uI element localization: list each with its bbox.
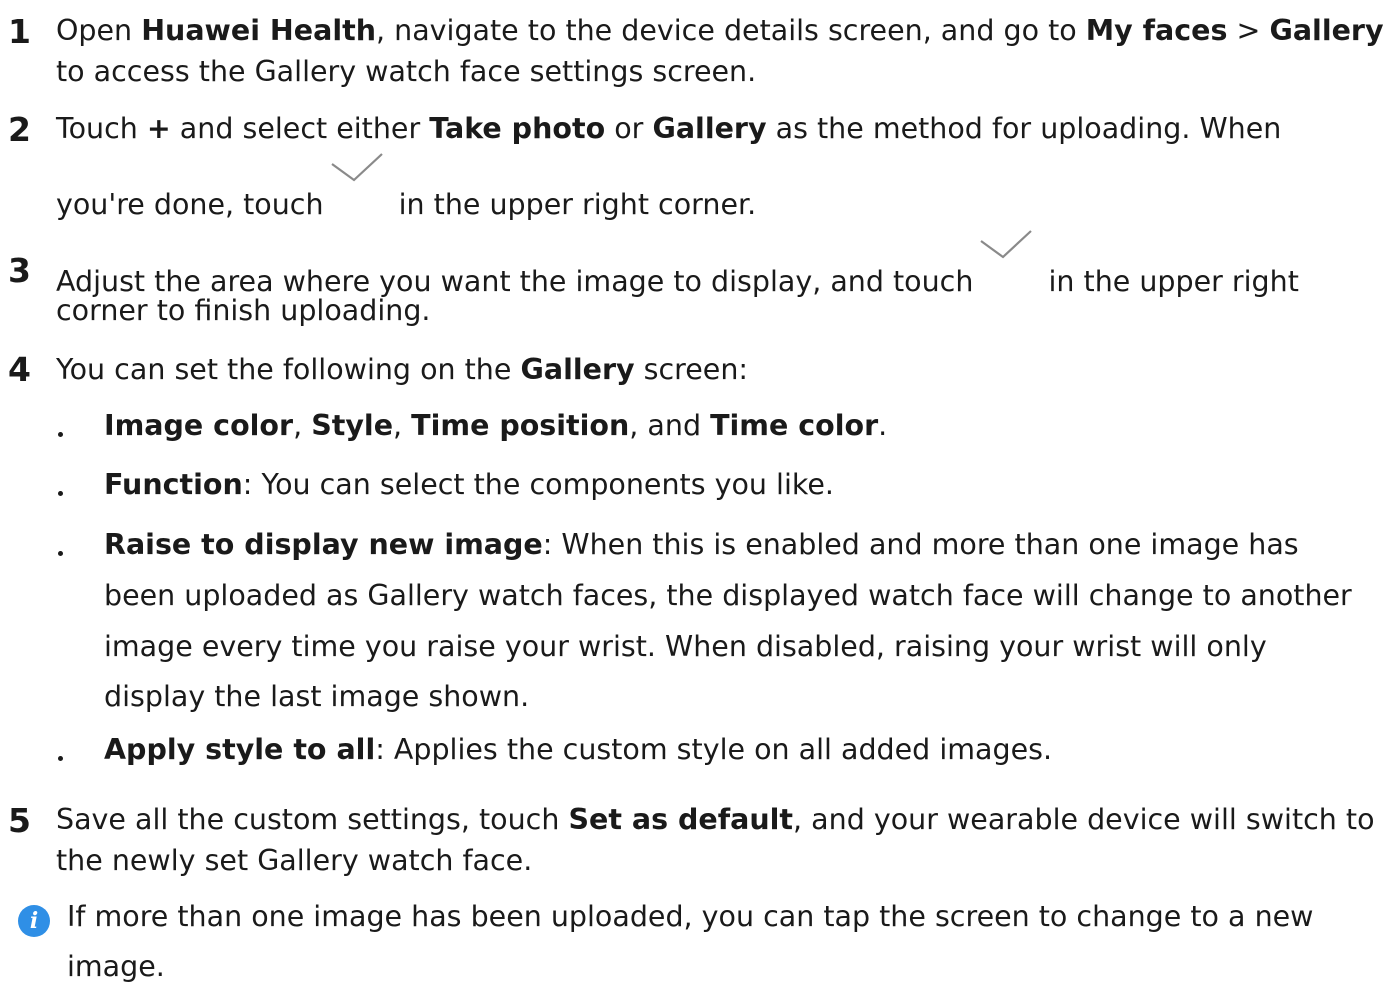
- step-text-line: You can set the following on the Gallery…: [56, 353, 749, 386]
- step-number: 4: [8, 350, 31, 389]
- checkmark-icon: [330, 153, 383, 182]
- bullet-item-continuation: display the last image shown.: [104, 680, 530, 713]
- step-text-line: corner to finish uploading.: [56, 294, 431, 327]
- step-number: 3: [8, 251, 31, 290]
- bullet-item: Image color, Style, Time position, and T…: [104, 409, 888, 442]
- bullet-dot: [58, 432, 63, 437]
- step-text-line: Touch + and select either Take photo or …: [56, 112, 1282, 145]
- step-text-line: the newly set Gallery watch face.: [56, 844, 533, 877]
- bullet-item-continuation: image every time you raise your wrist. W…: [104, 630, 1267, 663]
- bullet-dot: [58, 756, 63, 761]
- bullet-dot: [58, 551, 63, 556]
- step-text-line: Adjust the area where you want the image…: [56, 230, 1299, 297]
- step-number: 2: [8, 110, 31, 149]
- bullet-dot: [58, 491, 63, 496]
- step-number: 1: [8, 12, 31, 51]
- step-text-line: Open Huawei Health, navigate to the devi…: [56, 14, 1383, 47]
- step-text-line: Save all the custom settings, touch Set …: [56, 803, 1375, 836]
- info-icon: i: [18, 905, 50, 937]
- note-text-line: image.: [67, 950, 165, 983]
- bullet-item-continuation: been uploaded as Gallery watch faces, th…: [104, 579, 1352, 612]
- bullet-item: Raise to display new image: When this is…: [104, 528, 1299, 561]
- step-text-line: to access the Gallery watch face setting…: [56, 55, 757, 88]
- step-number: 5: [8, 801, 31, 840]
- bullet-item: Function: You can select the components …: [104, 468, 834, 501]
- step-text-line: you're done, touch in the upper right co…: [56, 153, 756, 220]
- note-text-line: If more than one image has been uploaded…: [67, 900, 1314, 933]
- checkmark-icon: [980, 230, 1033, 259]
- bullet-item: Apply style to all: Applies the custom s…: [104, 733, 1053, 766]
